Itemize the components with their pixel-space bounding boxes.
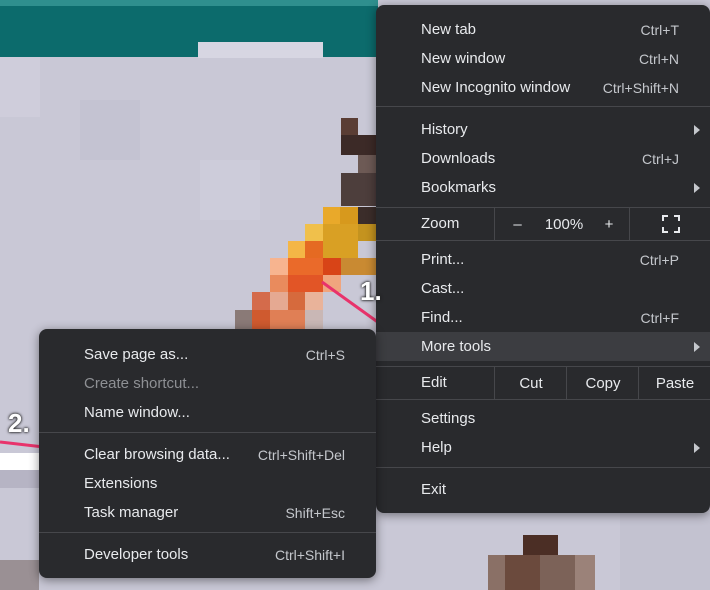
menu-item-more-tools[interactable]: More tools <box>376 332 710 361</box>
zoom-in-button[interactable]: + <box>589 208 629 240</box>
separator <box>39 432 376 433</box>
menu-item-save-page[interactable]: Save page as... Ctrl+S <box>39 340 376 369</box>
menu-item-bookmarks[interactable]: Bookmarks <box>376 173 710 202</box>
edit-row: Edit Cut Copy Paste <box>376 367 710 399</box>
menu-item-history[interactable]: History <box>376 115 710 144</box>
fullscreen-button[interactable] <box>629 208 710 240</box>
cut-button[interactable]: Cut <box>494 367 567 399</box>
step-2-label: 2. <box>8 408 30 438</box>
separator <box>376 240 710 241</box>
menu-item-clear-browsing-data[interactable]: Clear browsing data... Ctrl+Shift+Del <box>39 440 376 469</box>
copy-button[interactable]: Copy <box>566 367 639 399</box>
menu-item-settings[interactable]: Settings <box>376 404 710 433</box>
submenu-arrow-icon <box>694 341 700 352</box>
menu-item-find[interactable]: Find... Ctrl+F <box>376 303 710 332</box>
separator <box>376 399 710 400</box>
menu-item-cast[interactable]: Cast... <box>376 274 710 303</box>
menu-item-new-window[interactable]: New window Ctrl+N <box>376 44 710 73</box>
menu-item-print[interactable]: Print... Ctrl+P <box>376 245 710 274</box>
separator <box>376 106 710 107</box>
submenu-arrow-icon <box>694 182 700 193</box>
fullscreen-icon <box>661 215 680 233</box>
step-1-label: 1. <box>360 276 382 306</box>
submenu-arrow-icon <box>694 442 700 453</box>
menu-item-new-tab[interactable]: New tab Ctrl+T <box>376 15 710 44</box>
separator <box>376 467 710 468</box>
menu-item-developer-tools[interactable]: Developer tools Ctrl+Shift+I <box>39 540 376 569</box>
menu-item-new-incognito[interactable]: New Incognito window Ctrl+Shift+N <box>376 73 710 102</box>
separator <box>39 532 376 533</box>
zoom-row: Zoom – 100% + <box>376 208 710 240</box>
menu-item-task-manager[interactable]: Task manager Shift+Esc <box>39 498 376 527</box>
menu-item-help[interactable]: Help <box>376 433 710 462</box>
submenu-arrow-icon <box>694 124 700 135</box>
menu-item-exit[interactable]: Exit <box>376 475 710 504</box>
chrome-main-menu: New tab Ctrl+T New window Ctrl+N New Inc… <box>376 5 710 513</box>
more-tools-submenu: Save page as... Ctrl+S Create shortcut..… <box>39 329 376 578</box>
menu-item-extensions[interactable]: Extensions <box>39 469 376 498</box>
menu-item-downloads[interactable]: Downloads Ctrl+J <box>376 144 710 173</box>
paste-button[interactable]: Paste <box>638 367 710 399</box>
menu-item-create-shortcut[interactable]: Create shortcut... <box>39 369 376 398</box>
zoom-out-button[interactable]: – <box>494 208 540 240</box>
menu-item-name-window[interactable]: Name window... <box>39 398 376 427</box>
zoom-level: 100% <box>544 215 584 233</box>
